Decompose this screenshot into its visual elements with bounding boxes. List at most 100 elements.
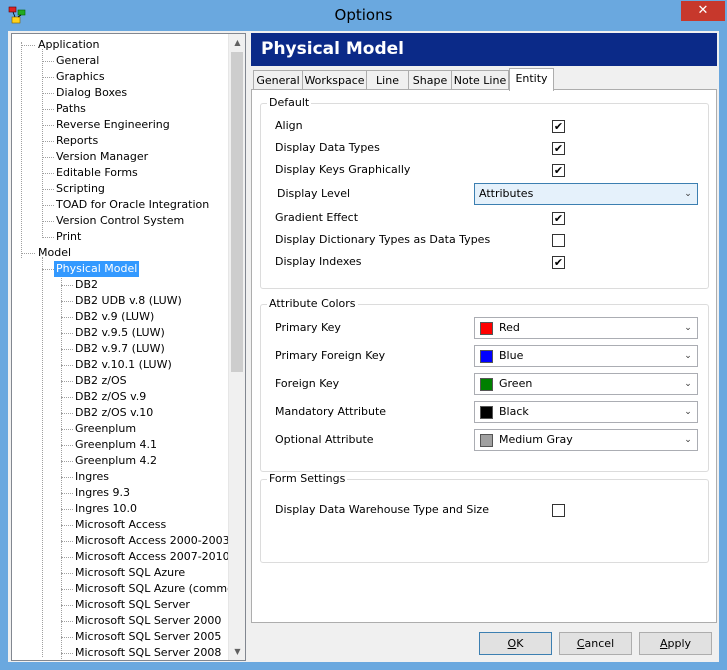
tree-item[interactable]: Editable Forms: [54, 165, 140, 181]
form-settings-title: Form Settings: [267, 472, 348, 485]
tree-item[interactable]: Greenplum: [73, 421, 138, 437]
tree-connector: [61, 605, 73, 606]
tree-connector: [42, 61, 54, 62]
tree-item[interactable]: Paths: [54, 101, 88, 117]
tree-item[interactable]: TOAD for Oracle Integration: [54, 197, 211, 213]
tree-item[interactable]: Greenplum 4.1: [73, 437, 159, 453]
attribute-color-select[interactable]: Medium Gray ⌄: [474, 429, 698, 451]
tree-item[interactable]: DB2 z/OS v.9: [73, 389, 148, 405]
tree-item[interactable]: Ingres: [73, 469, 111, 485]
tree-item[interactable]: Print: [54, 229, 83, 245]
attribute-color-select[interactable]: Blue ⌄: [474, 345, 698, 367]
tab-shape[interactable]: Shape: [408, 70, 452, 90]
tree-list: Application General Graphics Dialog Boxes Pa…: [12, 34, 228, 660]
display-dictionary-types-checkbox[interactable]: [552, 234, 565, 247]
chevron-down-icon: ⌄: [684, 407, 692, 417]
align-checkbox[interactable]: ✔: [552, 120, 565, 133]
attribute-color-label: Mandatory Attribute: [275, 405, 387, 418]
default-group: Default Align ✔ Display Data Types ✔ Dis…: [260, 96, 709, 289]
tree-item[interactable]: Microsoft SQL Server 2005: [73, 629, 223, 645]
tree-item[interactable]: DB2 v.9 (LUW): [73, 309, 156, 325]
tree-item[interactable]: Version Manager: [54, 149, 150, 165]
tree-item[interactable]: Model: [36, 245, 73, 261]
tree-connector: [61, 445, 73, 446]
scroll-down-icon[interactable]: ▼: [229, 643, 245, 660]
tree-connector: [61, 397, 73, 398]
tree-connector: [61, 381, 73, 382]
display-dictionary-types-label: Display Dictionary Types as Data Types: [275, 233, 491, 246]
display-level-select[interactable]: Attributes ⌄: [474, 183, 698, 205]
attribute-color-select[interactable]: Red ⌄: [474, 317, 698, 339]
tree-item[interactable]: DB2 v.9.5 (LUW): [73, 325, 167, 341]
tree-item[interactable]: DB2 v.10.1 (LUW): [73, 357, 174, 373]
tree-item[interactable]: Dialog Boxes: [54, 85, 129, 101]
options-tree[interactable]: Application General Graphics Dialog Boxes Pa…: [11, 33, 246, 661]
tab-general[interactable]: General: [253, 70, 303, 90]
tab-note-line[interactable]: Note Line: [451, 70, 509, 90]
tree-connector: [42, 189, 54, 190]
scroll-thumb[interactable]: [231, 52, 243, 372]
tree-item[interactable]: Reverse Engineering: [54, 117, 172, 133]
chevron-down-icon: ⌄: [684, 189, 692, 199]
attribute-color-select[interactable]: Green ⌄: [474, 373, 698, 395]
color-swatch: [480, 378, 493, 391]
tree-item[interactable]: General: [54, 53, 101, 69]
tree-item[interactable]: DB2: [73, 277, 100, 293]
tree-item[interactable]: Scripting: [54, 181, 107, 197]
tree-connector: [61, 557, 73, 558]
tree-item[interactable]: Reports: [54, 133, 100, 149]
tab-line[interactable]: Line: [366, 70, 409, 90]
tree-item[interactable]: Microsoft SQL Server: [73, 597, 192, 613]
tree-connector: [61, 525, 73, 526]
tree-item[interactable]: Microsoft SQL Azure: [73, 565, 187, 581]
display-indexes-checkbox[interactable]: ✔: [552, 256, 565, 269]
chevron-down-icon: ⌄: [684, 435, 692, 445]
tree-connector: [61, 573, 73, 574]
tree-connector: [61, 589, 73, 590]
default-group-title: Default: [267, 96, 312, 109]
attribute-color-value: Green: [499, 377, 533, 390]
display-data-types-label: Display Data Types: [275, 141, 380, 154]
cancel-button[interactable]: Cancel: [559, 632, 632, 655]
scroll-up-icon[interactable]: ▲: [229, 34, 245, 51]
tree-item[interactable]: Microsoft Access: [73, 517, 168, 533]
display-keys-graphically-checkbox[interactable]: ✔: [552, 164, 565, 177]
tree-scrollbar[interactable]: ▲ ▼: [228, 34, 245, 660]
tree-item[interactable]: DB2 z/OS: [73, 373, 129, 389]
tab-workspace[interactable]: Workspace: [302, 70, 367, 90]
tree-connector: [61, 273, 62, 660]
gradient-effect-checkbox[interactable]: ✔: [552, 212, 565, 225]
chevron-down-icon: ⌄: [684, 351, 692, 361]
attribute-color-select[interactable]: Black ⌄: [474, 401, 698, 423]
tree-item[interactable]: Microsoft Access 2007-2010: [73, 549, 228, 565]
close-button[interactable]: ✕: [681, 1, 725, 21]
tree-item[interactable]: Graphics: [54, 69, 107, 85]
tree-item[interactable]: Version Control System: [54, 213, 186, 229]
tree-item[interactable]: Microsoft SQL Azure (common): [73, 581, 228, 597]
tree-connector: [61, 333, 73, 334]
tree-item[interactable]: Microsoft Access 2000-2003: [73, 533, 228, 549]
tree-item[interactable]: Ingres 10.0: [73, 501, 139, 517]
tree-item[interactable]: Application: [36, 37, 101, 53]
tree-item[interactable]: Greenplum 4.2: [73, 453, 159, 469]
apply-button[interactable]: Apply: [639, 632, 712, 655]
chevron-down-icon: ⌄: [684, 379, 692, 389]
tree-item[interactable]: DB2 z/OS v.10: [73, 405, 155, 421]
tree-connector: [61, 317, 73, 318]
attribute-color-label: Optional Attribute: [275, 433, 374, 446]
tree-connector: [21, 253, 35, 254]
tree-connector: [42, 77, 54, 78]
tree-item[interactable]: Microsoft SQL Server 2000: [73, 613, 223, 629]
tree-item[interactable]: DB2 v.9.7 (LUW): [73, 341, 167, 357]
display-data-types-checkbox[interactable]: ✔: [552, 142, 565, 155]
tree-item[interactable]: Microsoft SQL Server 2008: [73, 645, 223, 660]
ok-button[interactable]: OK: [479, 632, 552, 655]
tree-connector: [61, 365, 73, 366]
tree-item[interactable]: Physical Model: [54, 261, 140, 277]
tree-item[interactable]: Ingres 9.3: [73, 485, 132, 501]
tab-entity[interactable]: Entity: [509, 68, 554, 91]
cancel-label: ancel: [584, 637, 615, 650]
display-dw-type-size-checkbox[interactable]: [552, 504, 565, 517]
tree-item[interactable]: DB2 UDB v.8 (LUW): [73, 293, 184, 309]
align-label: Align: [275, 119, 303, 132]
